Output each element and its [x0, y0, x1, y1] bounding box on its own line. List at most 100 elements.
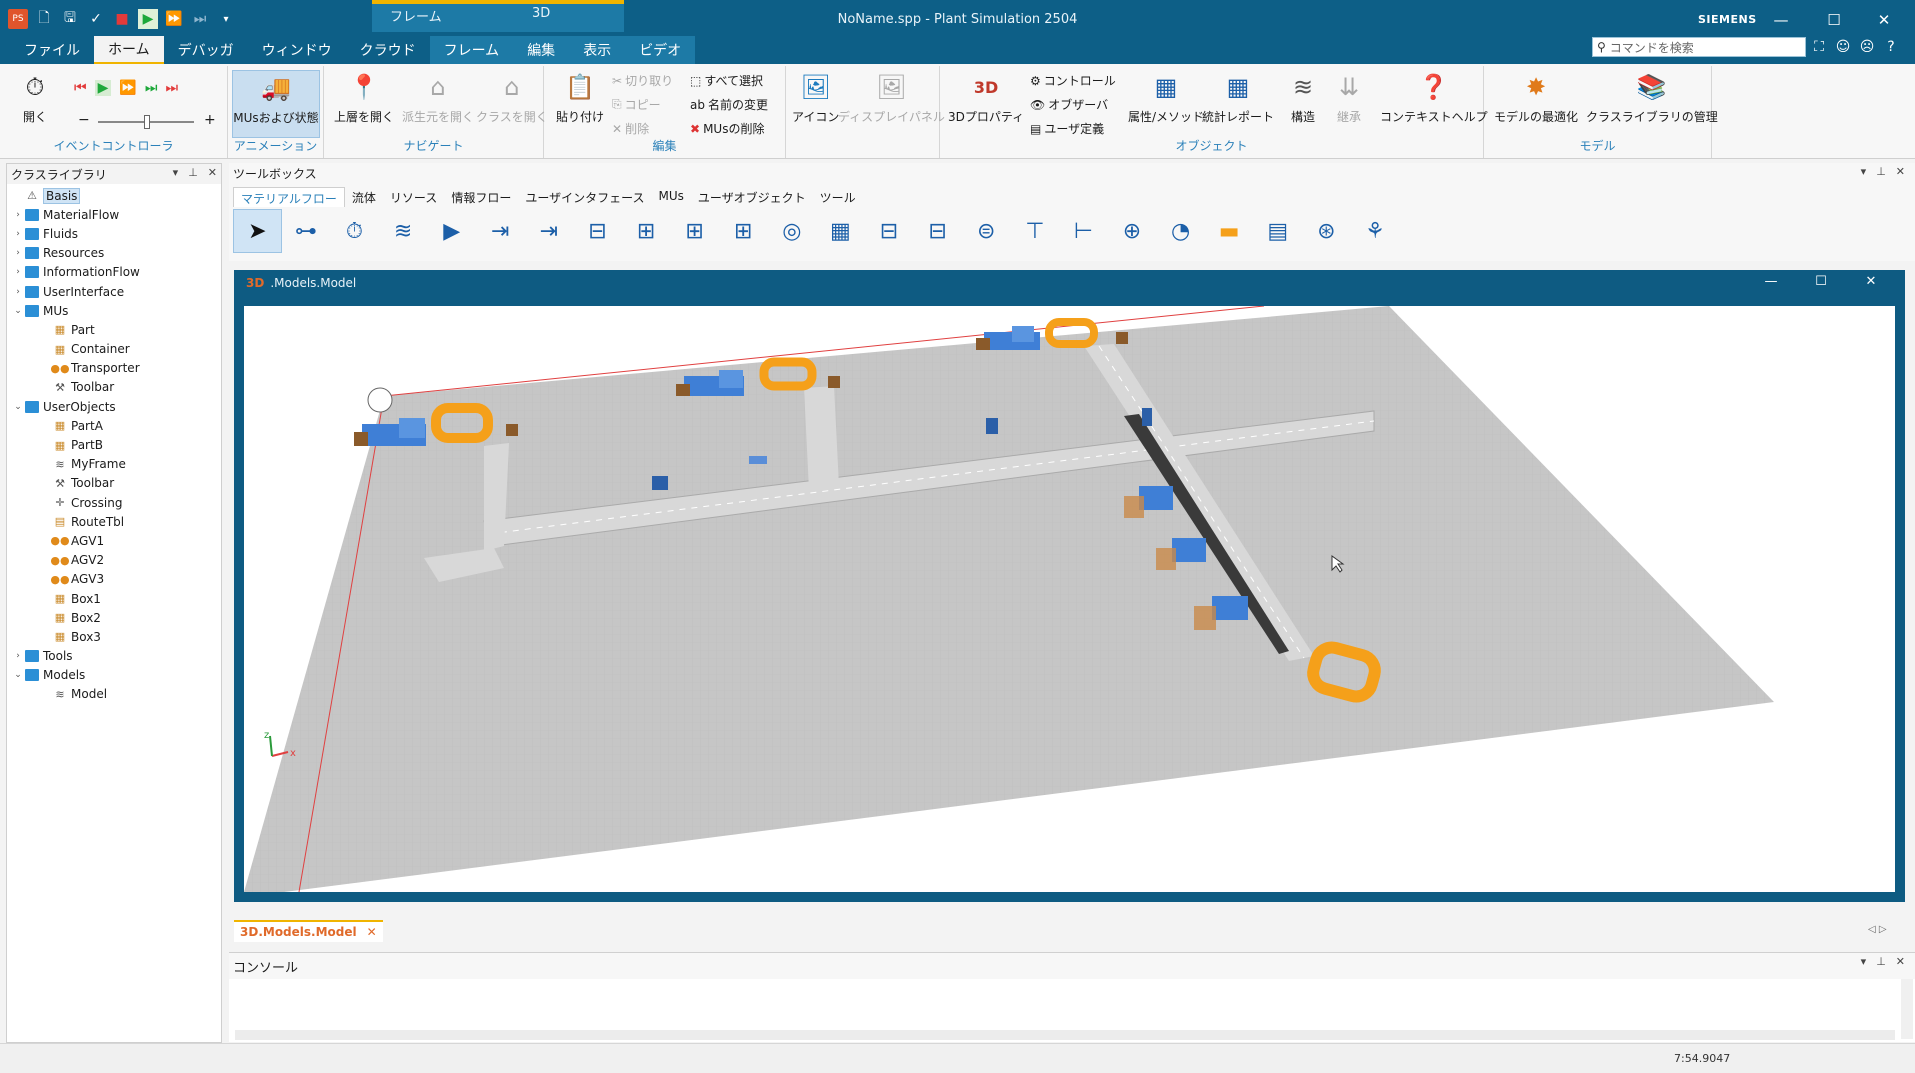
tree-item[interactable]: ▦ Box1 — [7, 589, 221, 608]
station-3[interactable] — [976, 326, 1040, 350]
document-tab[interactable]: 3D.Models.Model ✕ — [234, 920, 383, 942]
connector-icon[interactable]: ⊶ — [282, 209, 331, 253]
attributes-methods-button[interactable]: ▦ 属性/メソッド — [1128, 70, 1204, 125]
minus-icon[interactable]: − — [78, 112, 90, 128]
user-defined-button[interactable]: ▤ ユーザ定義 — [1030, 120, 1104, 137]
3d-close-button[interactable]: ✕ — [1858, 274, 1884, 289]
toolbox-tab[interactable]: リソース — [383, 187, 444, 207]
start-button[interactable]: ▶ — [94, 80, 112, 96]
tree-item[interactable]: ⚠ Basis — [7, 186, 221, 205]
open-class-button[interactable]: ⌂ クラスを開く — [476, 70, 548, 125]
console-horizontal-scrollbar[interactable] — [235, 1030, 1895, 1040]
delete-mus-button[interactable]: ✖ MUsの削除 — [690, 120, 764, 137]
3d-maximize-button[interactable]: ☐ — [1808, 274, 1834, 289]
expand-chevron-icon[interactable]: › — [11, 248, 25, 258]
tree-item[interactable]: ▦ PartB — [7, 435, 221, 454]
pointer-icon[interactable]: ➤ — [233, 209, 282, 253]
menu-home[interactable]: ホーム — [94, 36, 164, 64]
dropdown-icon[interactable]: ▾ — [1861, 165, 1867, 178]
toolbox-tab[interactable]: ツール — [813, 187, 863, 207]
observer-button[interactable]: 👁 オブザーバ — [1030, 96, 1108, 113]
console-vertical-scrollbar[interactable] — [1901, 979, 1913, 1039]
toolbox-tab[interactable]: MUs — [652, 187, 691, 207]
plus-icon[interactable]: + — [204, 112, 216, 128]
tree-item[interactable]: › Tools — [7, 647, 221, 666]
3d-minimize-button[interactable]: — — [1758, 274, 1784, 289]
reset-button[interactable]: ⏮ — [74, 80, 87, 96]
tree-item[interactable]: ●● AGV2 — [7, 551, 221, 570]
expand-chevron-icon[interactable]: › — [11, 287, 25, 297]
tree-item[interactable]: › Fluids — [7, 224, 221, 243]
tree-item[interactable]: ⚒ Toolbar — [7, 378, 221, 397]
store-icon[interactable]: ▦ — [816, 209, 865, 253]
stop-button[interactable]: ⏭ — [165, 80, 178, 96]
tree-item[interactable]: ●● AGV3 — [7, 570, 221, 589]
structure-button[interactable]: ≋ 構造 — [1286, 70, 1320, 125]
tab-scroll-buttons[interactable]: ◁ ▷ — [1868, 924, 1887, 935]
inheritance-button[interactable]: ⇊ 継承 — [1332, 70, 1366, 125]
tree-item[interactable]: ⌄ UserObjects — [7, 397, 221, 416]
close-button[interactable]: ✕ — [1868, 8, 1900, 32]
toolbox-tab[interactable]: ユーザインタフェース — [518, 187, 651, 207]
paste-button[interactable]: 📋 貼り付け — [556, 70, 604, 125]
slider-thumb[interactable] — [144, 115, 150, 129]
statistics-report-button[interactable]: ▦ 統計レポート — [1202, 70, 1274, 125]
frame-icon[interactable]: ≋ — [379, 209, 428, 253]
singleproc-icon[interactable]: ⊟ — [573, 209, 622, 253]
line-icon[interactable]: ⊜ — [962, 209, 1011, 253]
track-icon[interactable]: ⊤ — [1011, 209, 1060, 253]
3d-viewport[interactable]: x z — [244, 306, 1895, 892]
tree-item[interactable]: › InformationFlow — [7, 263, 221, 282]
parallelproc-icon[interactable]: ⊞ — [622, 209, 671, 253]
rename-button[interactable]: ab 名前の変更 — [690, 96, 768, 113]
fast-button[interactable]: ⏩ — [119, 80, 136, 96]
smiley-icon[interactable]: ☺ — [1832, 37, 1854, 57]
menu-file[interactable]: ファイル — [10, 36, 94, 64]
eventcontroller-icon[interactable]: ⏱ — [330, 209, 379, 253]
controls-button[interactable]: ⚙ コントロール — [1030, 72, 1116, 89]
delete-button[interactable]: ✕ 削除 — [612, 120, 649, 137]
turnplate-icon[interactable]: ◔ — [1156, 209, 1205, 253]
tree-item[interactable]: ●● AGV1 — [7, 531, 221, 550]
close-tab-icon[interactable]: ✕ — [367, 925, 377, 939]
expand-chevron-icon[interactable]: › — [11, 210, 25, 220]
twolane-icon[interactable]: ▬ — [1205, 209, 1254, 253]
menu-window[interactable]: ウィンドウ — [248, 36, 346, 64]
tree-item[interactable]: ▦ Box3 — [7, 627, 221, 646]
tree-item[interactable]: ▦ Box2 — [7, 608, 221, 627]
toolbox-tab[interactable]: 流体 — [345, 187, 383, 207]
assembly-icon[interactable]: ⊞ — [670, 209, 719, 253]
tree-item[interactable]: ≋ Model — [7, 685, 221, 704]
tree-item[interactable]: › UserInterface — [7, 282, 221, 301]
close-icon[interactable]: ✕ — [208, 166, 217, 179]
tree-item[interactable]: ●● Transporter — [7, 359, 221, 378]
turntable-icon[interactable]: ⊢ — [1059, 209, 1108, 253]
pin-icon[interactable]: ⊥ — [1876, 165, 1886, 178]
help-icon[interactable]: ? — [1880, 37, 1902, 57]
crossing-icon[interactable]: ⊕ — [1108, 209, 1157, 253]
expand-chevron-icon[interactable]: ⌄ — [11, 306, 25, 316]
buffer-icon[interactable]: ⊟ — [865, 209, 914, 253]
open-button[interactable]: ⏱ 開く — [18, 70, 52, 125]
pin-icon[interactable]: ⊥ — [188, 166, 198, 179]
cycle-icon[interactable]: ⊛ — [1302, 209, 1351, 253]
fullscreen-icon[interactable]: ⛶ — [1808, 37, 1830, 57]
expand-chevron-icon[interactable]: › — [11, 229, 25, 239]
tree-item[interactable]: ▦ Part — [7, 320, 221, 339]
tree-item[interactable]: ⌄ MUs — [7, 301, 221, 320]
dropdown-icon[interactable]: ▾ — [173, 166, 179, 179]
toolbox-tab[interactable]: マテリアルフロー — [233, 187, 345, 207]
sorter-icon[interactable]: ▤ — [1253, 209, 1302, 253]
manage-libraries-button[interactable]: 📚 クラスライブラリの管理 — [1586, 70, 1718, 125]
menu-frame[interactable]: フレーム — [429, 36, 514, 64]
drain-icon[interactable]: ⇥ — [525, 209, 574, 253]
tree-item[interactable]: ≋ MyFrame — [7, 455, 221, 474]
feedback-icon[interactable]: ☹ — [1856, 37, 1878, 57]
toolbox-tab[interactable]: ユーザオブジェクト — [691, 187, 813, 207]
select-all-button[interactable]: ⬚ すべて選択 — [690, 72, 763, 89]
tree-item[interactable]: ▦ Container — [7, 340, 221, 359]
tree-item[interactable]: ✛ Crossing — [7, 493, 221, 512]
maximize-button[interactable]: ☐ — [1818, 8, 1850, 32]
mus-state-button[interactable]: 🚚 MUsおよび状態 — [232, 70, 320, 138]
menu-cloud[interactable]: クラウド — [346, 36, 430, 64]
